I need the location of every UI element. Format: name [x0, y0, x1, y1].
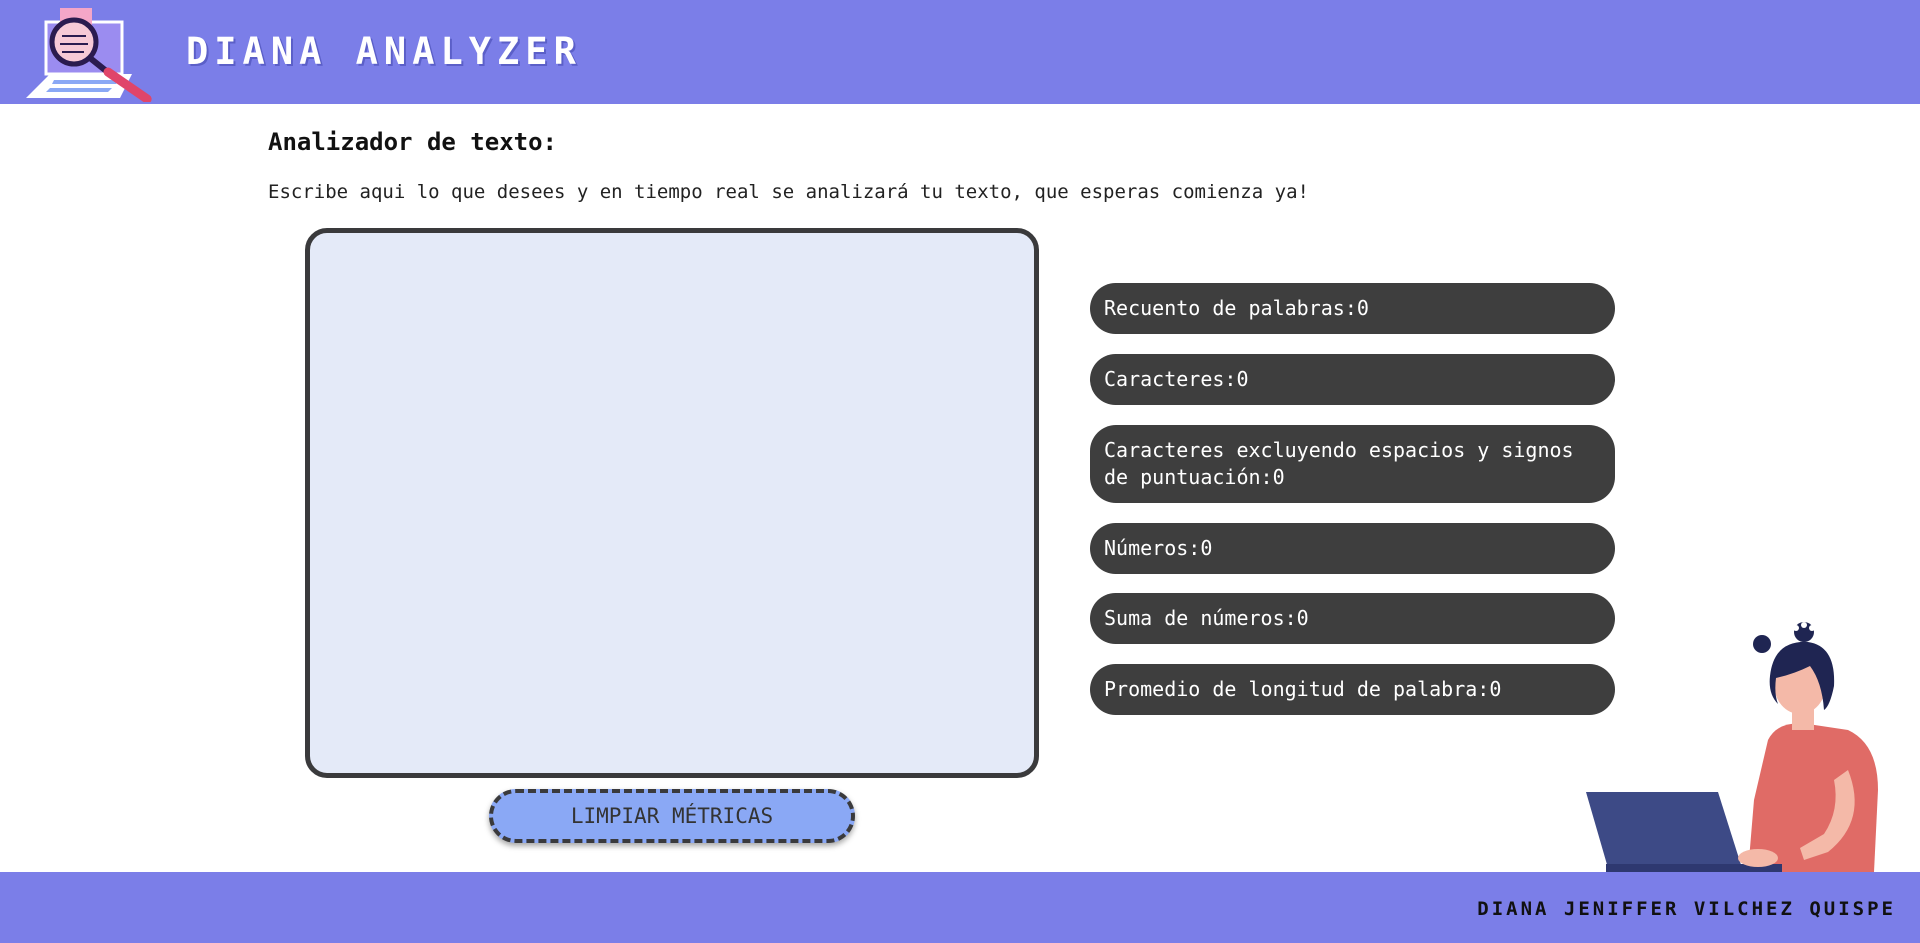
metric-number-sum: Suma de números:0 — [1090, 593, 1615, 644]
app-footer: DIANA JENIFFER VILCHEZ QUISPE — [0, 872, 1920, 943]
text-input-area[interactable] — [305, 228, 1039, 778]
metric-label: Números: — [1104, 536, 1201, 560]
metric-label: Recuento de palabras: — [1104, 296, 1357, 320]
metric-label: Promedio de longitud de palabra: — [1104, 677, 1490, 701]
page-title: Analizador de texto: — [268, 128, 557, 156]
metric-value: 0 — [1489, 677, 1502, 701]
metric-characters: Caracteres:0 — [1090, 354, 1615, 405]
metric-characters-no-spaces: Caracteres excluyendo espacios y signos … — [1090, 425, 1615, 503]
metric-value: 0 — [1356, 296, 1369, 320]
metric-value: 0 — [1296, 606, 1309, 630]
clear-metrics-button[interactable]: LIMPIAR MÉTRICAS — [489, 789, 855, 843]
metric-value: 0 — [1236, 367, 1249, 391]
woman-with-laptop-illustration — [1586, 622, 1878, 872]
laptop-magnifier-icon — [26, 8, 152, 102]
metric-avg-word-length: Promedio de longitud de palabra:0 — [1090, 664, 1615, 715]
metric-numbers: Números:0 — [1090, 523, 1615, 574]
author-name: DIANA JENIFFER VILCHEZ QUISPE — [1477, 898, 1896, 920]
metric-value: 0 — [1272, 465, 1285, 489]
instructions-text: Escribe aqui lo que desees y en tiempo r… — [268, 181, 1309, 203]
app-header: DIANA ANALYZER — [0, 0, 1920, 104]
app-brand-title: DIANA ANALYZER — [186, 30, 582, 73]
metric-word-count: Recuento de palabras:0 — [1090, 283, 1615, 334]
metric-label: Suma de números: — [1104, 606, 1297, 630]
metric-label: Caracteres excluyendo espacios y signos … — [1104, 438, 1574, 489]
metric-value: 0 — [1200, 536, 1213, 560]
metric-label: Caracteres: — [1104, 367, 1237, 391]
